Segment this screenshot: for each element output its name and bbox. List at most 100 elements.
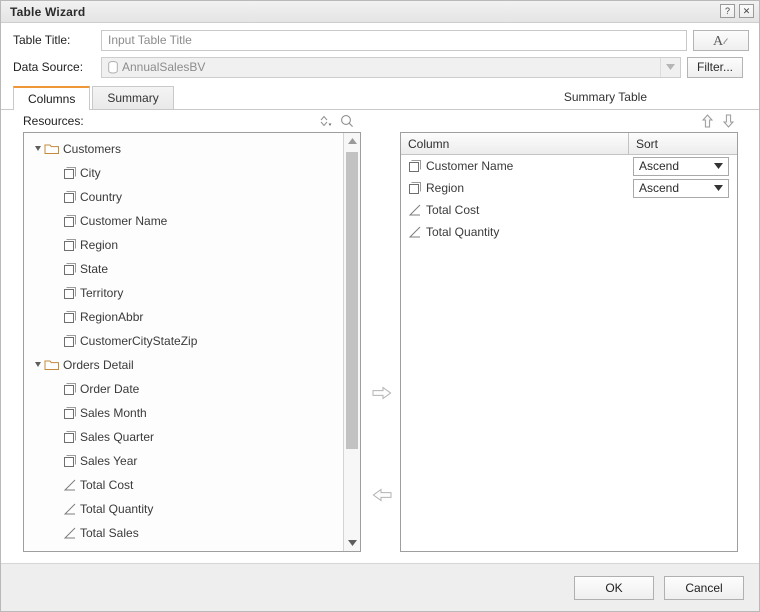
text-field-icon — [408, 159, 422, 173]
cancel-button[interactable]: Cancel — [664, 576, 744, 600]
resources-toolbar — [317, 114, 354, 128]
remove-column-button[interactable] — [371, 486, 393, 504]
column-name-label: Customer Name — [426, 159, 513, 173]
selected-columns-panel: Column Sort Customer Name Ascend Region Asc… — [400, 132, 738, 552]
table-title-input[interactable]: Input Table Title — [101, 30, 687, 51]
title-bar-buttons: ? ✕ — [720, 4, 754, 18]
tree-field-row[interactable]: Sales Year — [24, 449, 342, 473]
text-field-icon — [63, 166, 77, 180]
tree-field-row[interactable]: Total Cost — [24, 473, 342, 497]
expand-caret-icon[interactable] — [32, 145, 44, 153]
chevron-down-icon[interactable] — [714, 185, 723, 191]
arrow-down-icon[interactable] — [722, 114, 735, 128]
table-row[interactable]: Customer Name Ascend — [401, 155, 737, 177]
tree-item-label: Sales Month — [80, 406, 147, 420]
tree-field-row[interactable]: Total Sales — [24, 521, 342, 545]
table-row[interactable]: Total Quantity — [401, 221, 737, 243]
text-field-icon — [63, 190, 77, 204]
arrow-right-icon — [372, 386, 392, 400]
reorder-toolbar — [701, 114, 735, 128]
tree-item-label: Customers — [63, 142, 121, 156]
scroll-down-button[interactable] — [344, 535, 360, 551]
sort-select[interactable]: Ascend — [633, 157, 729, 176]
scroll-up-button[interactable] — [344, 133, 360, 149]
tree-field-row[interactable]: CustomerCityStateZip — [24, 329, 342, 353]
tree-field-row[interactable]: Payment Received — [24, 545, 342, 552]
window-title: Table Wizard — [1, 5, 85, 19]
close-button[interactable]: ✕ — [739, 4, 754, 18]
text-field-icon — [63, 454, 77, 468]
tree-field-row[interactable]: Customer Name — [24, 209, 342, 233]
tab-columns[interactable]: Columns — [13, 86, 90, 110]
sort-select[interactable]: Ascend — [633, 179, 729, 198]
tree-field-row[interactable]: Order Date — [24, 377, 342, 401]
tree-field-row[interactable]: RegionAbbr — [24, 305, 342, 329]
tab-strip: Columns Summary Summary Table — [1, 86, 759, 110]
tree-field-row[interactable]: City — [24, 161, 342, 185]
content-area: Resources: — [1, 110, 759, 563]
tree-scrollbar[interactable] — [343, 133, 360, 551]
svg-text:A: A — [713, 34, 724, 48]
tree-field-row[interactable]: State — [24, 257, 342, 281]
ok-button[interactable]: OK — [574, 576, 654, 600]
resources-tree-panel: Customers City CountryCustomer Name Region S… — [23, 132, 361, 552]
column-name-cell[interactable]: Customer Name — [401, 159, 633, 173]
tree-field-row[interactable]: Country — [24, 185, 342, 209]
tree-group-row[interactable]: Customers — [24, 137, 342, 161]
measure-field-icon — [63, 502, 77, 516]
scroll-thumb[interactable] — [346, 152, 358, 449]
header-sort[interactable]: Sort — [629, 133, 737, 154]
dialog-footer: OK Cancel — [1, 563, 759, 611]
measure-field-icon — [408, 203, 422, 217]
column-name-label: Total Cost — [426, 203, 479, 217]
text-field-icon — [408, 181, 422, 195]
tree-field-row[interactable]: Sales Month — [24, 401, 342, 425]
help-button[interactable]: ? — [720, 4, 735, 18]
tree-field-row[interactable]: Territory — [24, 281, 342, 305]
filter-button[interactable]: Filter... — [687, 57, 743, 78]
sort-toggle-icon[interactable] — [317, 114, 332, 128]
text-field-icon — [63, 286, 77, 300]
text-field-icon — [63, 382, 77, 396]
measure-field-icon — [408, 225, 422, 239]
add-column-button[interactable] — [371, 384, 393, 402]
text-field-icon — [63, 334, 77, 348]
font-style-button[interactable]: A — [693, 30, 749, 51]
table-row[interactable]: Region Ascend — [401, 177, 737, 199]
column-name-cell[interactable]: Region — [401, 181, 633, 195]
data-source-dropdown-arrow[interactable] — [660, 58, 680, 77]
summary-table-label: Summary Table — [564, 90, 647, 104]
text-field-icon — [63, 262, 77, 276]
column-name-cell[interactable]: Total Cost — [401, 203, 633, 217]
tree-field-row[interactable]: Region — [24, 233, 342, 257]
tree-item-label: Order Date — [80, 382, 139, 396]
tree-item-label: City — [80, 166, 101, 180]
tree-item-label: RegionAbbr — [80, 310, 143, 324]
tree-group-row[interactable]: Orders Detail — [24, 353, 342, 377]
text-field-icon — [63, 214, 77, 228]
expand-caret-icon[interactable] — [32, 361, 44, 369]
text-field-icon — [63, 238, 77, 252]
tree-item-label: Total Quantity — [80, 502, 153, 516]
tree-item-label: Payment Received — [80, 550, 181, 552]
tree-field-row[interactable]: Total Quantity — [24, 497, 342, 521]
folder-icon — [44, 142, 60, 156]
search-icon[interactable] — [340, 114, 354, 128]
table-title-row: Table Title: Input Table Title A — [13, 29, 749, 51]
tree-field-row[interactable]: Sales Quarter — [24, 425, 342, 449]
data-source-select[interactable]: AnnualSalesBV — [101, 57, 681, 78]
tree-item-label: Region — [80, 238, 118, 252]
tree-item-label: Total Sales — [80, 526, 139, 540]
tab-summary[interactable]: Summary — [92, 86, 173, 109]
sort-cell: Ascend — [633, 179, 737, 198]
table-row[interactable]: Total Cost — [401, 199, 737, 221]
column-name-cell[interactable]: Total Quantity — [401, 225, 633, 239]
sort-cell: Ascend — [633, 157, 737, 176]
chevron-down-icon[interactable] — [714, 163, 723, 169]
tree-item-label: State — [80, 262, 108, 276]
arrow-left-icon — [372, 488, 392, 502]
measure-field-icon — [63, 526, 77, 540]
column-name-label: Region — [426, 181, 464, 195]
arrow-up-icon[interactable] — [701, 114, 714, 128]
header-column[interactable]: Column — [401, 133, 629, 154]
